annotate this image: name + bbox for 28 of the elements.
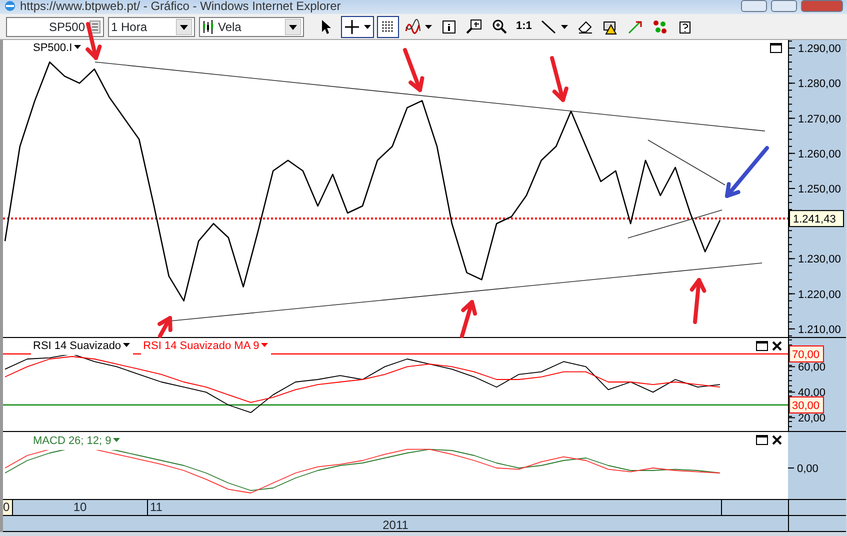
axis-label: 1.290,00 xyxy=(798,43,841,56)
date-label: 10 xyxy=(13,500,148,515)
axis-label: 1.230,00 xyxy=(798,254,841,266)
year-label: 2011 xyxy=(382,517,408,531)
symbol-field[interactable]: SP500 xyxy=(6,16,104,36)
chart-legend[interactable]: RSI 14 Suavizado MA 9 xyxy=(141,338,272,354)
actual-size-tool[interactable]: 1:1 xyxy=(513,16,535,38)
date-label: 0 xyxy=(3,500,13,515)
date-label: 11 xyxy=(148,500,722,515)
axis-label: 1.220,00 xyxy=(798,288,841,301)
current-price-label: 1.241,43 xyxy=(789,210,844,228)
ref-line-label: 30,00 xyxy=(792,400,820,412)
window-title: https://www.btpweb.pt/ - Gráfico - Windows Internet Explorer xyxy=(20,0,341,12)
axis-label: 1.270,00 xyxy=(798,113,841,126)
axis-label: 60,00 xyxy=(798,362,826,374)
axis-label: 20,00 xyxy=(798,412,826,425)
axis-label: 1.210,00 xyxy=(798,324,841,336)
level-label: 70,00 xyxy=(789,345,824,362)
interval-dropdown[interactable]: 1 Hora xyxy=(108,16,195,36)
axis-label: 0,00 xyxy=(797,463,818,475)
ref-line-label: 70,00 xyxy=(792,348,820,361)
level-label: 30,00 xyxy=(789,396,824,414)
chart-legend[interactable]: RSI 14 Suavizado xyxy=(31,338,134,354)
axis-label: 1.260,00 xyxy=(798,148,841,160)
ref-line-label: 1.241,43 xyxy=(793,214,836,226)
chart-type-dropdown[interactable]: Vela xyxy=(199,16,304,36)
axis-label: 1.280,00 xyxy=(798,78,841,90)
axis-label: 1.250,00 xyxy=(798,183,841,196)
